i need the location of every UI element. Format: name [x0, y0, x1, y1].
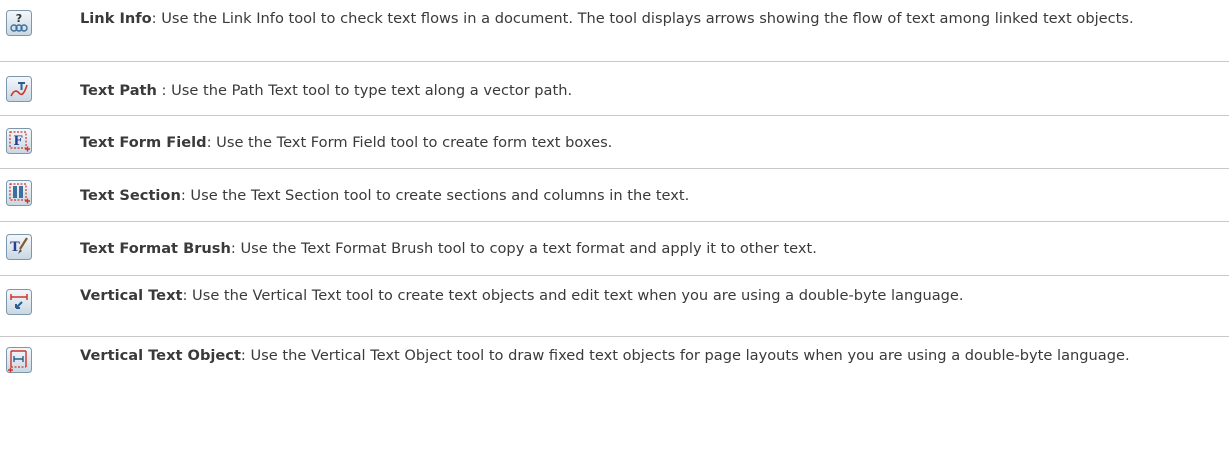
tool-description: Link Info: Use the Link Info tool to che…: [80, 7, 1225, 30]
vertical-text-object-icon: [6, 347, 32, 373]
tool-row-text-form-field: F Text Form Field: Use the Text Form Fie…: [0, 116, 1229, 169]
tool-row-text-format-brush: T Text Format Brush: Use the Text Format…: [0, 222, 1229, 276]
tool-description-text: Use the Text Form Field tool to create f…: [211, 134, 613, 151]
tool-row-text-path: Text Path : Use the Path Text tool to ty…: [0, 62, 1229, 116]
tool-name: Text Path: [80, 82, 157, 99]
tool-description-text: Use the Path Text tool to type text alon…: [166, 82, 573, 99]
tool-name: Vertical Text Object: [80, 347, 241, 364]
tool-name: Text Format Brush: [80, 240, 231, 257]
tool-name: Link Info: [80, 10, 152, 27]
svg-text:?: ?: [16, 12, 22, 25]
svg-text:F: F: [13, 134, 23, 149]
text-format-brush-icon: T: [6, 234, 32, 260]
tool-name: Text Form Field: [80, 134, 207, 151]
tool-row-vertical-text: Vertical Text: Use the Vertical Text too…: [0, 276, 1229, 337]
tool-row-vertical-text-object: Vertical Text Object: Use the Vertical T…: [0, 337, 1229, 453]
tool-description: Text Form Field: Use the Text Form Field…: [80, 131, 1225, 154]
text-path-icon: [6, 76, 32, 102]
tool-name: Vertical Text: [80, 287, 183, 304]
text-form-field-icon: F: [6, 128, 32, 154]
tool-list: ? Link Info: Use the Link Info tool to c…: [0, 0, 1229, 453]
text-section-icon: [6, 180, 32, 206]
tool-description: Text Path : Use the Path Text tool to ty…: [80, 79, 1225, 102]
vertical-text-icon: [6, 289, 32, 315]
tool-description-text: Use the Text Section tool to create sect…: [185, 187, 690, 204]
tool-description: Text Section: Use the Text Section tool …: [80, 184, 1225, 207]
tool-row-link-info: ? Link Info: Use the Link Info tool to c…: [0, 0, 1229, 62]
link-info-icon: ?: [6, 10, 32, 36]
tool-description: Vertical Text: Use the Vertical Text too…: [80, 284, 1225, 307]
tool-description: Vertical Text Object: Use the Vertical T…: [80, 344, 1225, 367]
tool-description-text: Use the Vertical Text tool to create tex…: [187, 287, 964, 304]
tool-description-text: Use the Text Format Brush tool to copy a…: [235, 240, 817, 257]
tool-row-text-section: Text Section: Use the Text Section tool …: [0, 169, 1229, 222]
tool-description-text: Use the Vertical Text Object tool to dra…: [245, 347, 1130, 364]
tool-description: Text Format Brush: Use the Text Format B…: [80, 237, 1225, 260]
tool-description-text: Use the Link Info tool to check text flo…: [156, 10, 1134, 27]
tool-name: Text Section: [80, 187, 181, 204]
